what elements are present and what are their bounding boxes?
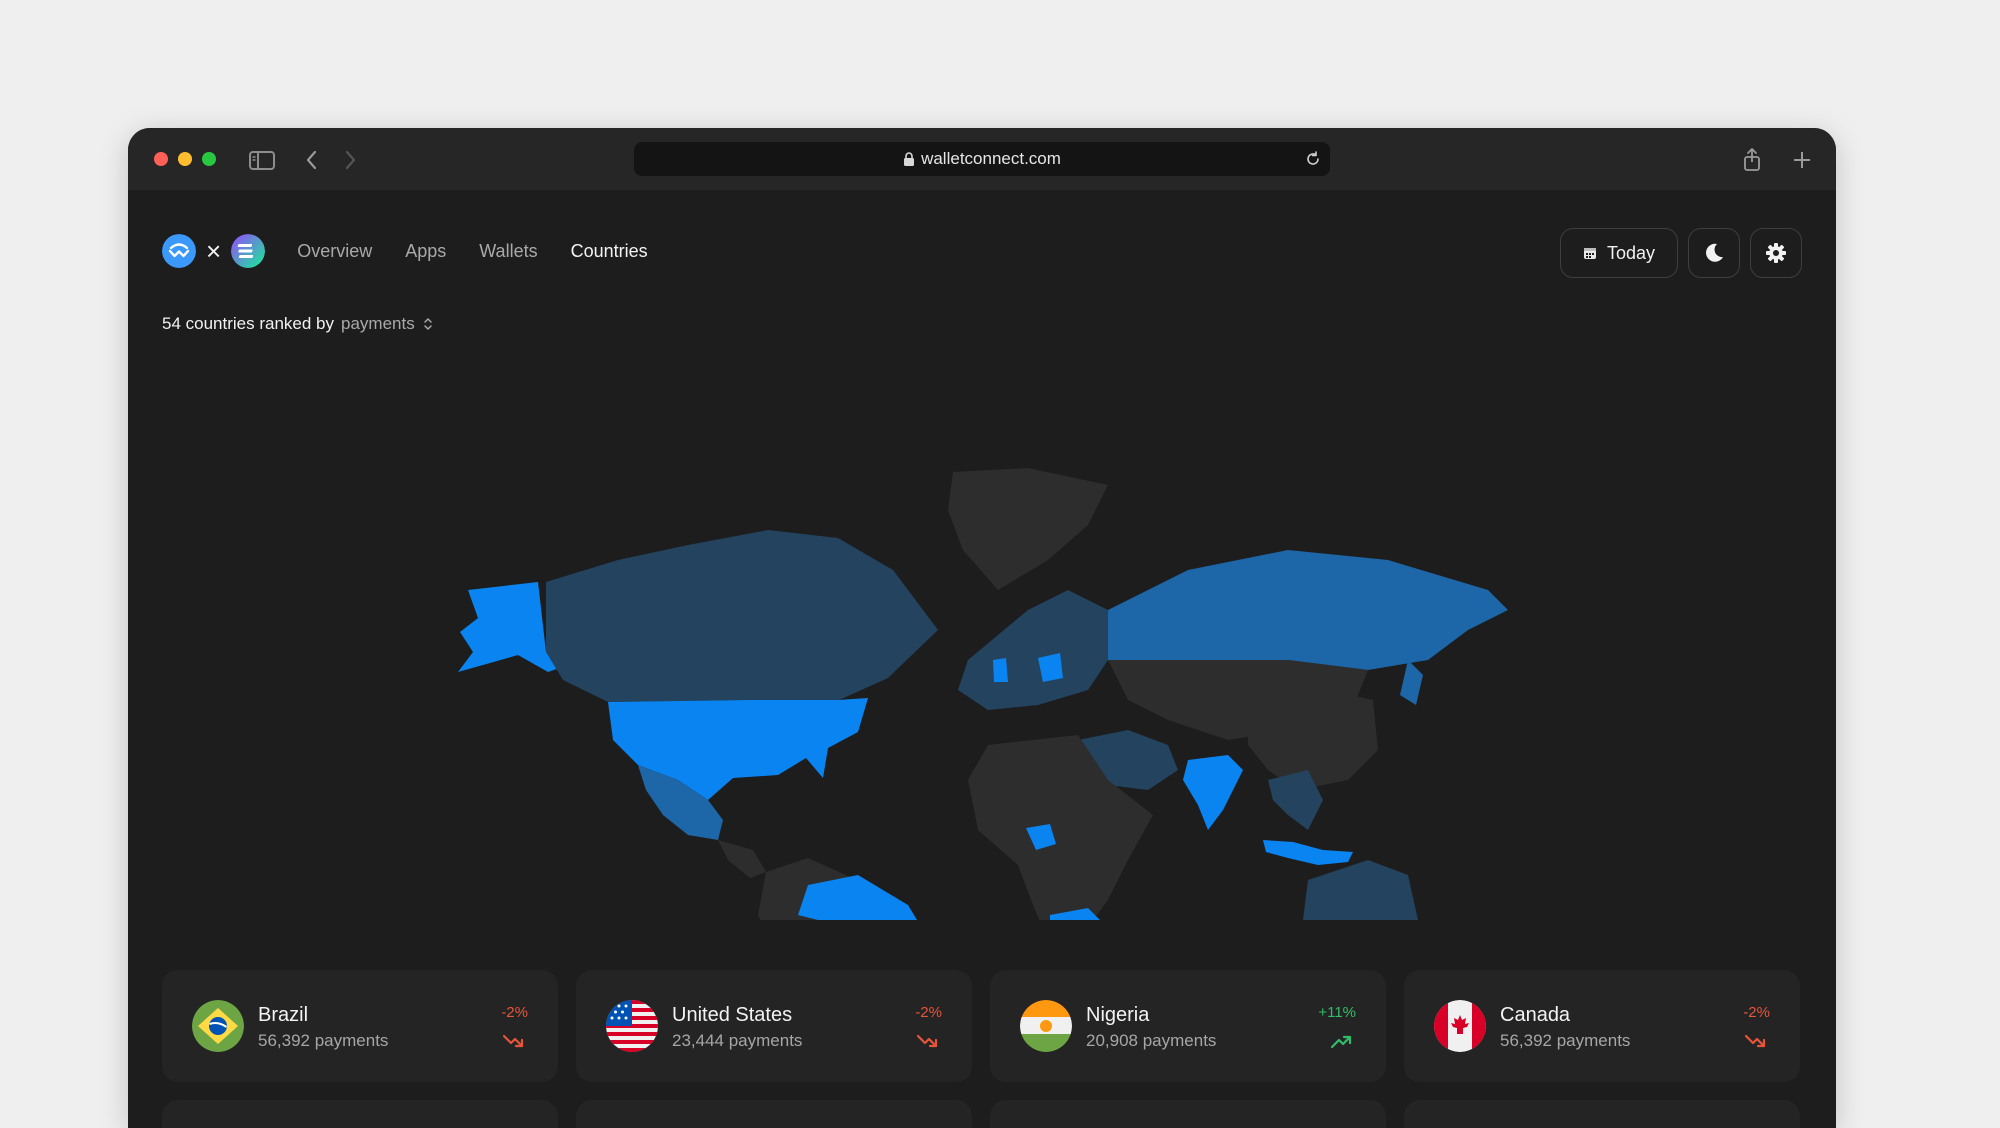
country-payments: 56,392 payments (258, 1031, 389, 1050)
url-text: walletconnect.com (921, 149, 1061, 168)
country-card-partial[interactable] (576, 1100, 972, 1128)
niger-flag-icon (1020, 1000, 1072, 1052)
walletconnect-logo-icon[interactable] (162, 234, 196, 268)
top-actions: Today (1560, 228, 1802, 278)
country-card-partial[interactable] (162, 1100, 558, 1128)
country-card-partial[interactable] (990, 1100, 1386, 1128)
us-flag-icon (606, 1000, 658, 1052)
country-name: Brazil (258, 1004, 309, 1026)
world-map (458, 468, 1508, 920)
sort-chevrons-icon (423, 318, 432, 330)
address-bar[interactable]: walletconnect.com (634, 142, 1330, 176)
country-payments: 56,392 payments (1500, 1031, 1631, 1050)
russia-region[interactable] (1108, 550, 1508, 670)
country-change: -2% (1743, 1004, 1770, 1021)
brazil-flag-icon (192, 1000, 244, 1052)
country-name: United States (672, 1004, 793, 1026)
country-card[interactable]: United States 23,444 payments -2% (576, 970, 972, 1082)
date-range-label: Today (1606, 242, 1656, 263)
zoom-window-button[interactable] (202, 152, 216, 166)
trend-up-icon (1330, 1035, 1352, 1049)
ranking-prefix: 54 countries ranked by (162, 314, 334, 333)
ranking-metric-select[interactable]: payments (341, 314, 433, 334)
share-icon[interactable] (1738, 146, 1766, 174)
canada-region[interactable] (546, 530, 938, 705)
nav-overview[interactable]: Overview (297, 241, 372, 262)
ranking-control: 54 countries ranked by payments (162, 314, 433, 334)
nav-apps[interactable]: Apps (405, 241, 446, 262)
sidebar-toggle-icon[interactable] (248, 146, 276, 174)
country-card[interactable]: Brazil 56,392 payments -2% (162, 970, 558, 1082)
browser-titlebar: walletconnect.com (128, 128, 1836, 190)
browser-window: walletconnect.com × Overview Apps Wallet… (128, 128, 1836, 1128)
country-name: Canada (1500, 1004, 1571, 1026)
country-payments: 20,908 payments (1086, 1031, 1217, 1050)
indonesia-region[interactable] (1263, 840, 1353, 865)
top-nav: × Overview Apps Wallets Countries (162, 232, 648, 270)
nav-wallets[interactable]: Wallets (479, 241, 537, 262)
europe-region[interactable] (958, 590, 1108, 710)
solana-logo-icon (231, 234, 266, 268)
nav-links: Overview Apps Wallets Countries (297, 241, 647, 262)
minimize-window-button[interactable] (178, 152, 192, 166)
country-name: Nigeria (1086, 1004, 1150, 1026)
canada-flag-icon (1434, 1000, 1486, 1052)
cross-icon: × (206, 236, 222, 266)
country-change: +11% (1318, 1004, 1356, 1021)
trend-down-icon (502, 1034, 524, 1048)
uk-region[interactable] (993, 658, 1008, 682)
moon-icon (1706, 243, 1723, 262)
calendar-icon (1583, 248, 1596, 259)
dashboard-content: × Overview Apps Wallets Countries Today … (128, 190, 1836, 1128)
forward-icon[interactable] (336, 146, 364, 174)
new-tab-icon[interactable] (1788, 146, 1816, 174)
theme-toggle-button[interactable] (1688, 228, 1740, 278)
reload-icon[interactable] (1304, 150, 1322, 168)
trend-down-icon (1744, 1034, 1766, 1048)
lock-icon (904, 152, 915, 166)
australia-region[interactable] (1303, 860, 1418, 920)
japan-region[interactable] (1400, 660, 1423, 705)
back-icon[interactable] (298, 146, 326, 174)
country-payments: 23,444 payments (672, 1031, 803, 1050)
trend-down-icon (916, 1034, 938, 1048)
close-window-button[interactable] (154, 152, 168, 166)
ranking-metric-value: payments (341, 314, 415, 333)
greenland-region[interactable] (948, 468, 1108, 590)
country-change: -2% (915, 1004, 942, 1021)
country-card[interactable]: Canada 56,392 payments -2% (1404, 970, 1800, 1082)
country-card-partial[interactable] (1404, 1100, 1800, 1128)
country-card[interactable]: Nigeria 20,908 payments +11% (990, 970, 1386, 1082)
country-change: -2% (501, 1004, 528, 1021)
date-range-button[interactable]: Today (1560, 228, 1678, 278)
nav-countries[interactable]: Countries (571, 241, 648, 262)
gear-icon (1766, 243, 1786, 263)
settings-button[interactable] (1750, 228, 1802, 278)
central-america-region[interactable] (718, 840, 766, 878)
india-region[interactable] (1183, 755, 1243, 830)
